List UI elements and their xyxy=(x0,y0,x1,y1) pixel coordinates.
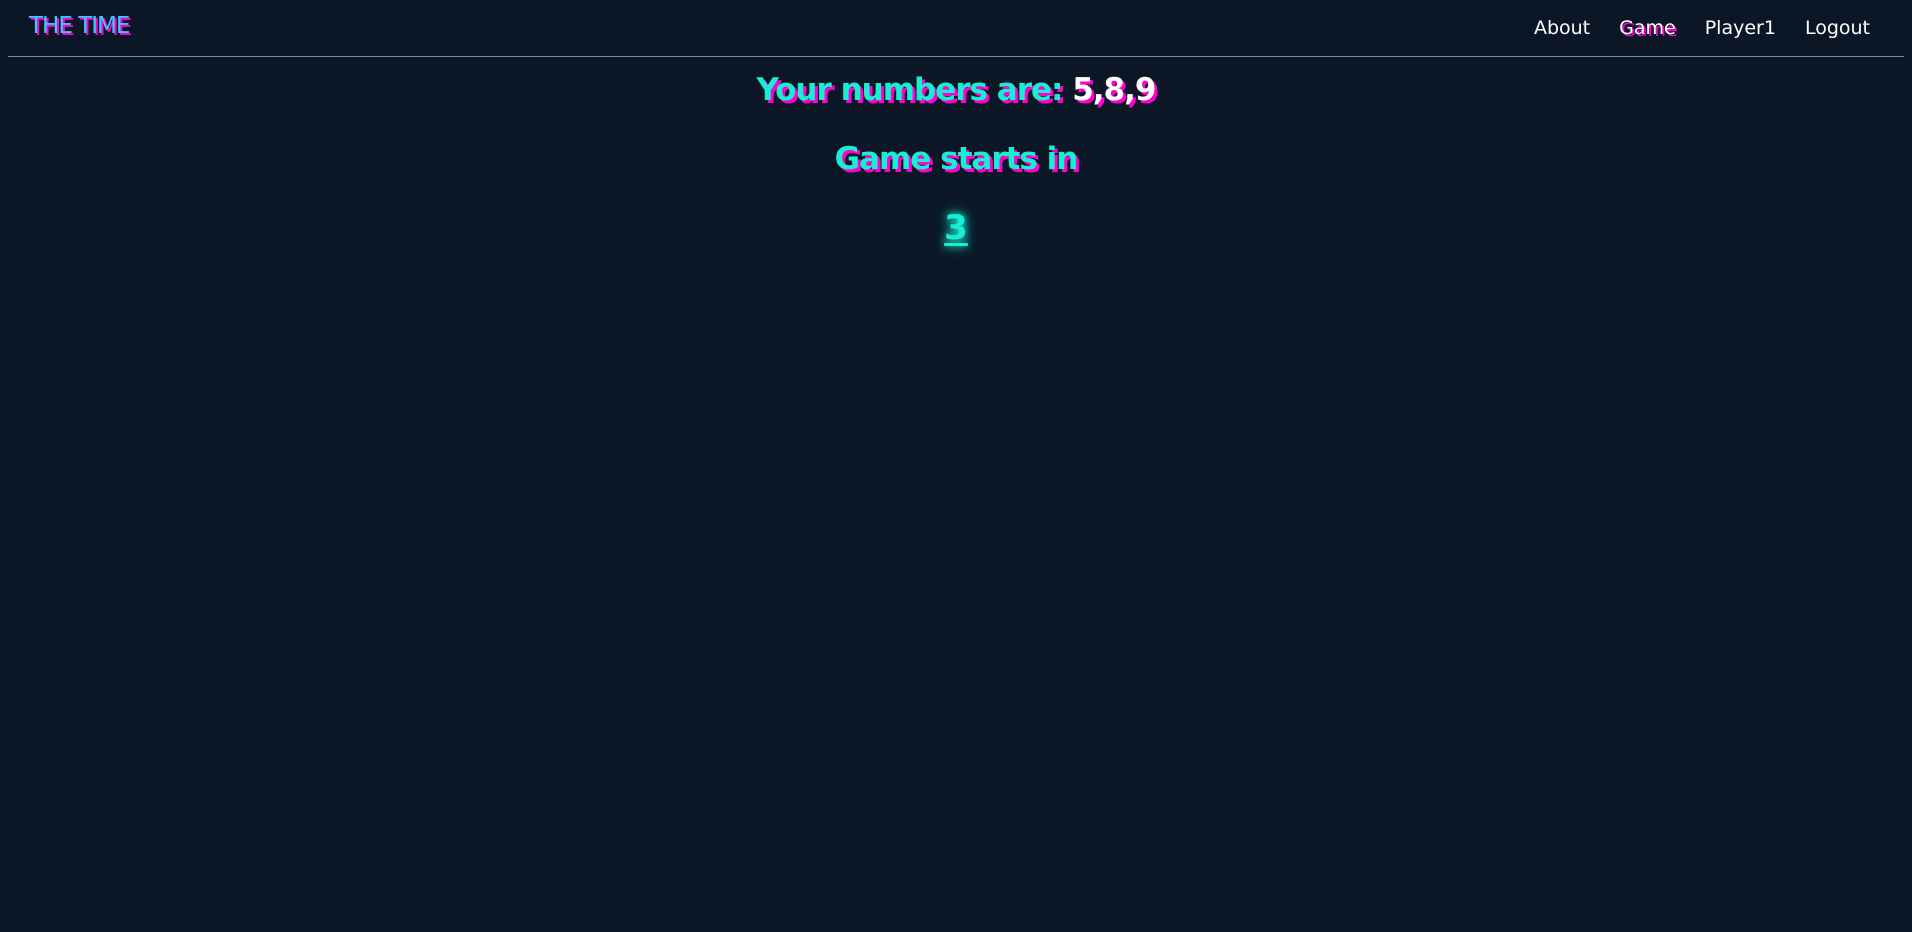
numbers-value: 5,8,9 xyxy=(1072,72,1156,108)
game-start-heading: Game starts in xyxy=(834,141,1079,177)
main-navigation: About Game Player1 Logout xyxy=(1534,15,1870,41)
numbers-heading: Your numbers are: 5,8,9 xyxy=(0,70,1912,110)
numbers-label: Your numbers are: xyxy=(756,72,1064,108)
nav-game-link[interactable]: Game xyxy=(1619,15,1676,41)
top-navbar: THE TIME About Game Player1 Logout xyxy=(8,0,1904,57)
brand-logo[interactable]: THE TIME xyxy=(29,13,130,39)
nav-about-link[interactable]: About xyxy=(1534,15,1590,41)
nav-player-link[interactable]: Player1 xyxy=(1705,15,1776,41)
countdown-number: 3 xyxy=(944,208,968,248)
nav-logout-link[interactable]: Logout xyxy=(1805,15,1870,41)
